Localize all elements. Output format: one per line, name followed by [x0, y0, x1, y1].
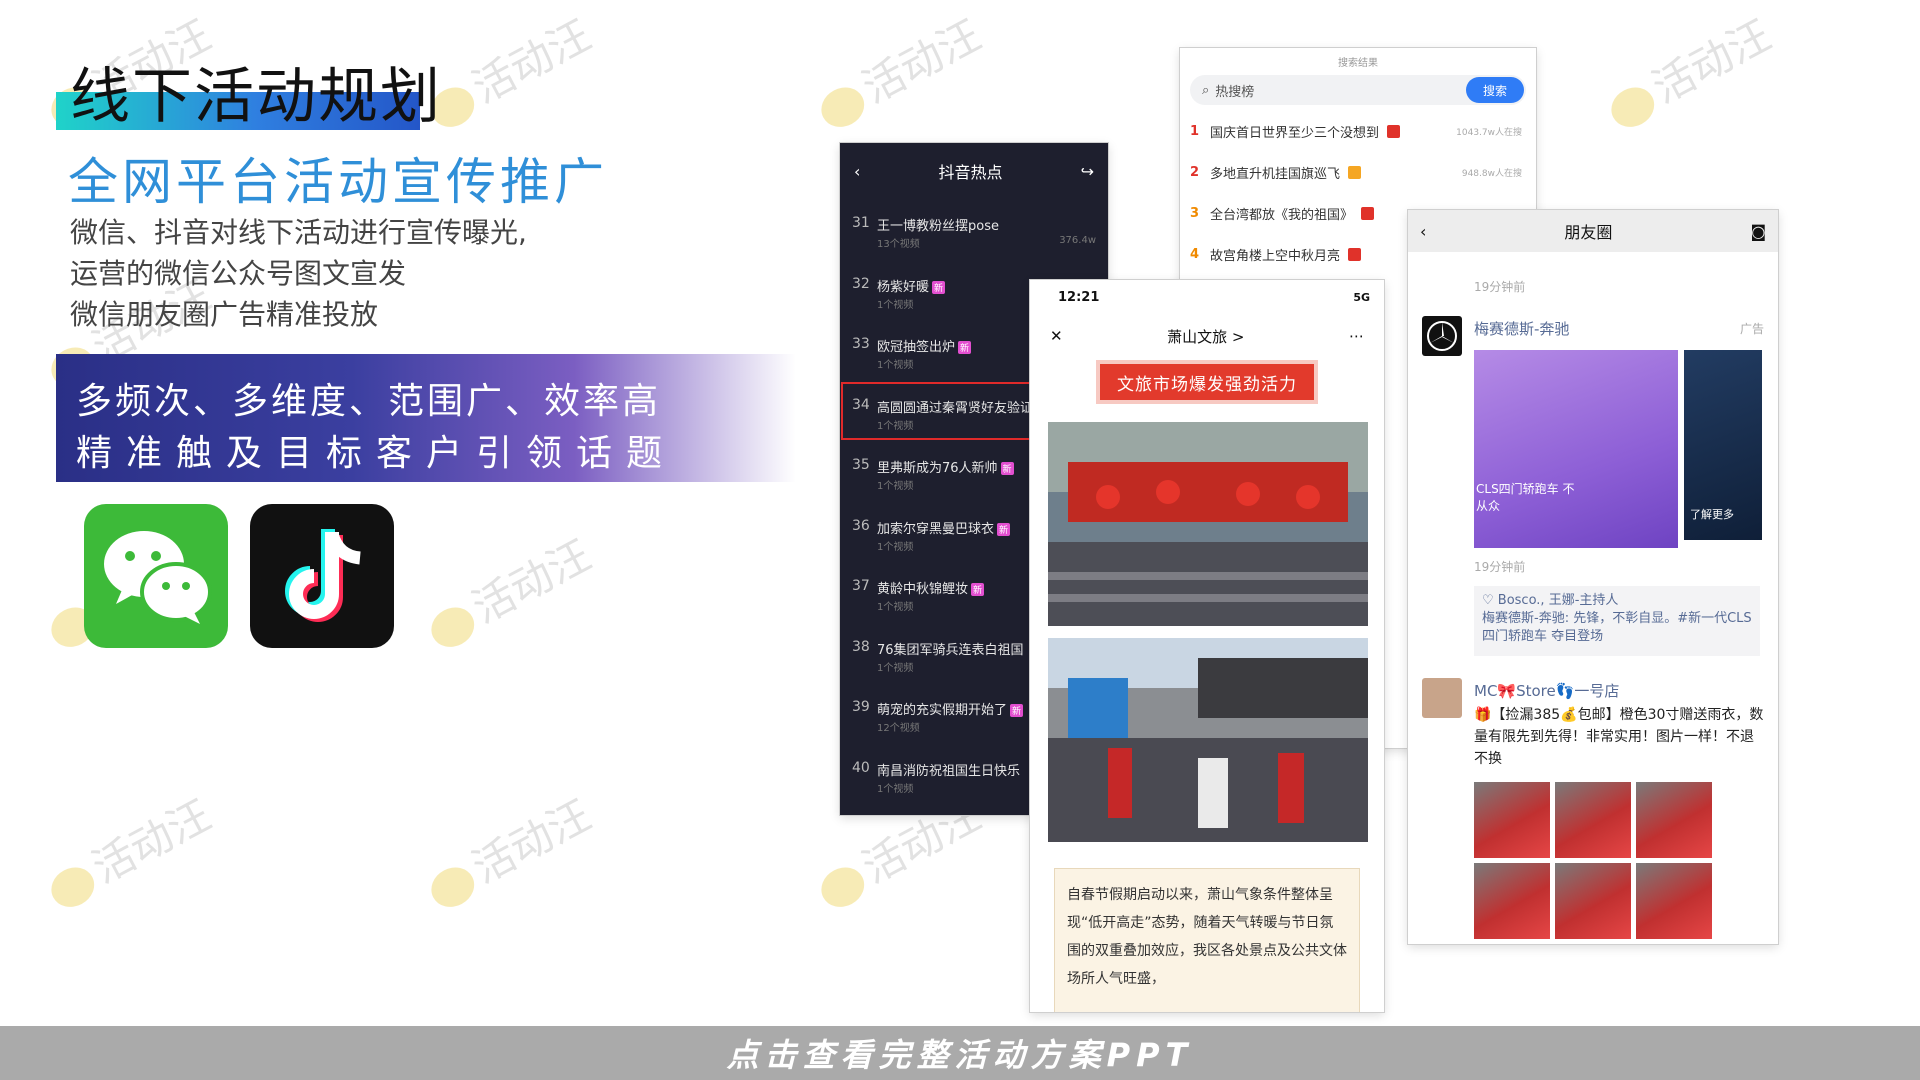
moments-title: 朋友圈 [1564, 223, 1613, 242]
search-input[interactable]: ⌕ 热搜榜 搜索 [1190, 75, 1526, 105]
wechat-icon [84, 504, 228, 648]
account-name[interactable]: 萧山文旅 > [1167, 326, 1244, 347]
comment: 梅赛德斯-奔驰: 先锋，不彰自显。#新一代CLS四门轿跑车 夺目登场 [1482, 611, 1752, 644]
article-banner: 文旅市场爆发强劲活力 [1100, 364, 1314, 400]
search-item[interactable]: 1 国庆首日世界至少三个没想到 1043.7w人在搜 [1180, 111, 1536, 152]
likes-comments: ♡ Bosco., 王娜-主持人 梅赛德斯-奔驰: 先锋，不彰自显。#新一代CL… [1474, 586, 1760, 656]
article-body: 自春节假期启动以来，萧山气象条件整体呈现“低开高走”态势，随着天气转暖与节日氛围… [1054, 868, 1360, 1012]
benz-avatar[interactable] [1422, 316, 1462, 356]
desc-line: 微信朋友圈广告精准投放 [70, 298, 379, 331]
watermark: 活动汪 [416, 522, 600, 658]
article-header: ✕ 萧山文旅 > ⋯ [1030, 314, 1384, 358]
footer-bar[interactable]: 点击查看完整活动方案PPT [0, 1026, 1920, 1080]
post-image[interactable] [1474, 782, 1550, 858]
back-icon[interactable]: ‹ [854, 162, 860, 181]
watermark: 活动汪 [806, 2, 990, 138]
ad-caption: CLS四门轿跑车 不从众 [1476, 482, 1575, 513]
post-image[interactable] [1636, 863, 1712, 939]
wechat-article-screen: 12:21 5G ✕ 萧山文旅 > ⋯ 文旅市场爆发强劲活力 自春节假期启动以来… [1030, 280, 1384, 1012]
back-icon[interactable]: ‹ [1420, 222, 1426, 241]
likes-list: ♡ Bosco., 王娜-主持人 [1482, 593, 1619, 608]
douyin-header: ‹ 抖音热点 ↪ [840, 143, 1108, 199]
ad-image[interactable]: CLS四门轿跑车 不从众 [1474, 350, 1678, 548]
slide-subtitle: 全网平台活动宣传推广 [68, 153, 608, 211]
crowd-photo [1048, 638, 1368, 842]
post-image[interactable] [1555, 863, 1631, 939]
ad-image-2[interactable]: 了解更多 [1684, 350, 1762, 540]
ad-more-link[interactable]: 了解更多 [1690, 506, 1734, 522]
desc-line: 微信、抖音对线下活动进行宣传曝光, [70, 216, 527, 249]
ad-tag[interactable]: 广告 [1740, 320, 1764, 337]
post-image[interactable] [1474, 863, 1550, 939]
slide-title: 线下活动规划 [70, 62, 442, 132]
post-time: 19分钟前 [1474, 280, 1526, 294]
band-line: 多频次、多维度、范围广、效率高 [76, 381, 662, 422]
signal-indicator: 5G [1353, 290, 1370, 304]
post-image[interactable] [1636, 782, 1712, 858]
status-bar: 12:21 5G [1030, 280, 1384, 314]
close-icon[interactable]: ✕ [1050, 327, 1063, 345]
post-images [1474, 782, 1712, 939]
watermark: 活动汪 [416, 782, 600, 918]
footer-link[interactable]: 点击查看完整活动方案PPT [727, 1030, 1194, 1076]
douyin-title: 抖音热点 [938, 163, 1003, 182]
search-button[interactable]: 搜索 [1466, 77, 1524, 103]
douyin-icon [250, 504, 394, 648]
watermark: 活动汪 [1596, 2, 1780, 138]
store-avatar[interactable] [1422, 678, 1462, 718]
moments-header: ‹ 朋友圈 ◙ [1408, 210, 1778, 252]
festival-photo [1048, 422, 1368, 626]
advertiser-name[interactable]: 梅赛德斯-奔驰 [1474, 318, 1569, 339]
desc-line: 运营的微信公众号图文宣发 [70, 257, 407, 290]
search-header: 搜索结果 [1338, 58, 1378, 69]
watermark: 活动汪 [416, 2, 600, 138]
more-icon[interactable]: ⋯ [1349, 327, 1364, 345]
post-image[interactable] [1555, 782, 1631, 858]
band-line: 精准触及目标客户引领话题 [76, 433, 677, 474]
search-item[interactable]: 2 多地直升机挂国旗巡飞 948.8w人在搜 [1180, 152, 1536, 193]
clock: 12:21 [1058, 289, 1100, 305]
search-icon: ⌕ [1202, 82, 1210, 98]
moments-screen: ‹ 朋友圈 ◙ 19分钟前 梅赛德斯-奔驰 广告 CLS四门轿跑车 不从众 了解… [1408, 210, 1778, 944]
hot-item[interactable]: 31 王一博教粉丝摆pose 13个视频 376.4w [840, 199, 1108, 260]
share-icon[interactable]: ↪ [1081, 162, 1094, 181]
store-name[interactable]: MC🎀Store👣一号店 [1474, 680, 1619, 701]
post-time: 19分钟前 [1474, 560, 1526, 574]
search-query: 热搜榜 [1215, 84, 1255, 100]
description: 微信、抖音对线下活动进行宣传曝光, 运营的微信公众号图文宣发 微信朋友圈广告精准… [70, 212, 527, 335]
store-post: 🎁【捡漏385💰包邮】橙色30寸赠送雨衣，数量有限先到先得！非常实用！图片一样！… [1474, 707, 1764, 767]
camera-icon[interactable]: ◙ [1750, 222, 1766, 241]
watermark: 活动汪 [36, 782, 220, 918]
